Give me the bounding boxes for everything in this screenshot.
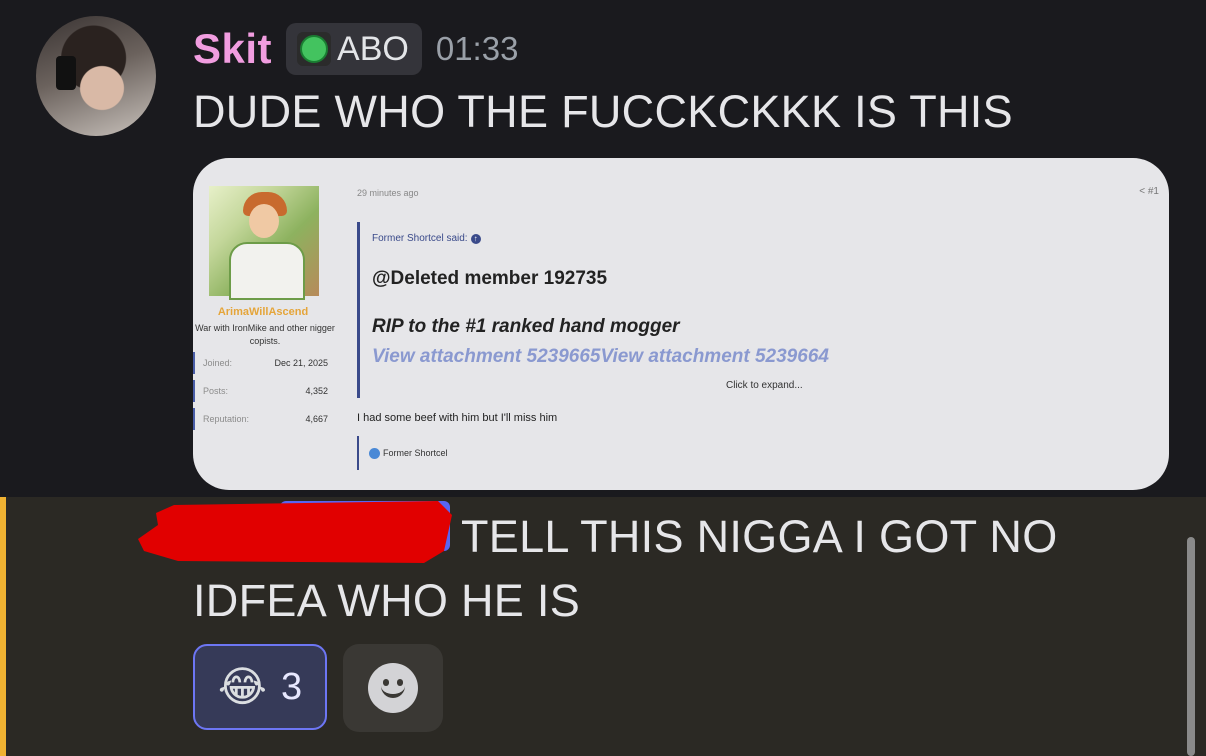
username[interactable]: Skit <box>193 25 272 73</box>
forum-user-sidebar: ArimaWillAscend War with IronMike and ot… <box>193 158 343 490</box>
message-header: Skit ABO 01:33 <box>193 22 518 76</box>
forum-username: ArimaWillAscend <box>217 306 309 318</box>
message-2: TELL THIS NIGGA I GOT NO IDFEA WHO HE IS… <box>0 497 1206 756</box>
mention-highlight-bar <box>0 497 6 756</box>
smile-icon <box>368 663 418 713</box>
quote-author: Former Shortcel said: ↑ <box>372 233 481 244</box>
post-body: I had some beef with him but I'll miss h… <box>357 412 558 424</box>
guild-tag-label: ABO <box>337 29 409 68</box>
post-time: 29 minutes ago <box>357 188 419 198</box>
message-1: Skit ABO 01:33 DUDE WHO THE FUCCKCKKK IS… <box>0 0 1206 497</box>
arrow-up-icon: ↑ <box>470 234 481 244</box>
quote-line: RIP to the #1 ranked hand mogger <box>372 316 680 337</box>
timestamp[interactable]: 01:33 <box>436 30 519 68</box>
message-text: TELL THIS NIGGA I GOT NO IDFEA WHO HE IS <box>193 511 1058 626</box>
stat-joined: Joined: Dec 21, 2025 <box>193 352 330 374</box>
scrollbar[interactable] <box>1187 537 1195 756</box>
quote-block: Former Shortcel said: ↑ @Deleted member 1… <box>357 222 1000 398</box>
quote-mention: @Deleted member 192735 <box>372 268 608 289</box>
stat-posts: Posts: 4,352 <box>193 380 330 402</box>
post-signature: Former Shortcel <box>357 436 448 470</box>
stat-reputation: Reputation: 4,667 <box>193 408 330 430</box>
add-reaction-button[interactable] <box>343 644 443 732</box>
image-attachment[interactable]: ArimaWillAscend War with IronMike and ot… <box>193 158 1169 490</box>
forum-user-title: War with IronMike and other nigger copis… <box>195 323 335 346</box>
laughing-emoji-icon: 😂 <box>217 663 267 710</box>
reaction-laughing[interactable]: 😂 3 <box>193 644 327 730</box>
message-text: DUDE WHO THE FUCCKCKKK IS THIS <box>193 86 1013 137</box>
guild-tag[interactable]: ABO <box>286 23 422 75</box>
user-avatar[interactable] <box>36 16 156 136</box>
forum-avatar <box>209 186 319 300</box>
quote-attachments: View attachment 5239665View attachment 5… <box>372 346 829 367</box>
share-icon: < #1 <box>1139 186 1159 197</box>
game-pad-icon <box>297 32 332 66</box>
reaction-count: 3 <box>280 665 303 708</box>
badge-icon <box>369 447 380 459</box>
phone-icon <box>56 56 76 90</box>
click-to-expand: Click to expand... <box>726 380 803 391</box>
